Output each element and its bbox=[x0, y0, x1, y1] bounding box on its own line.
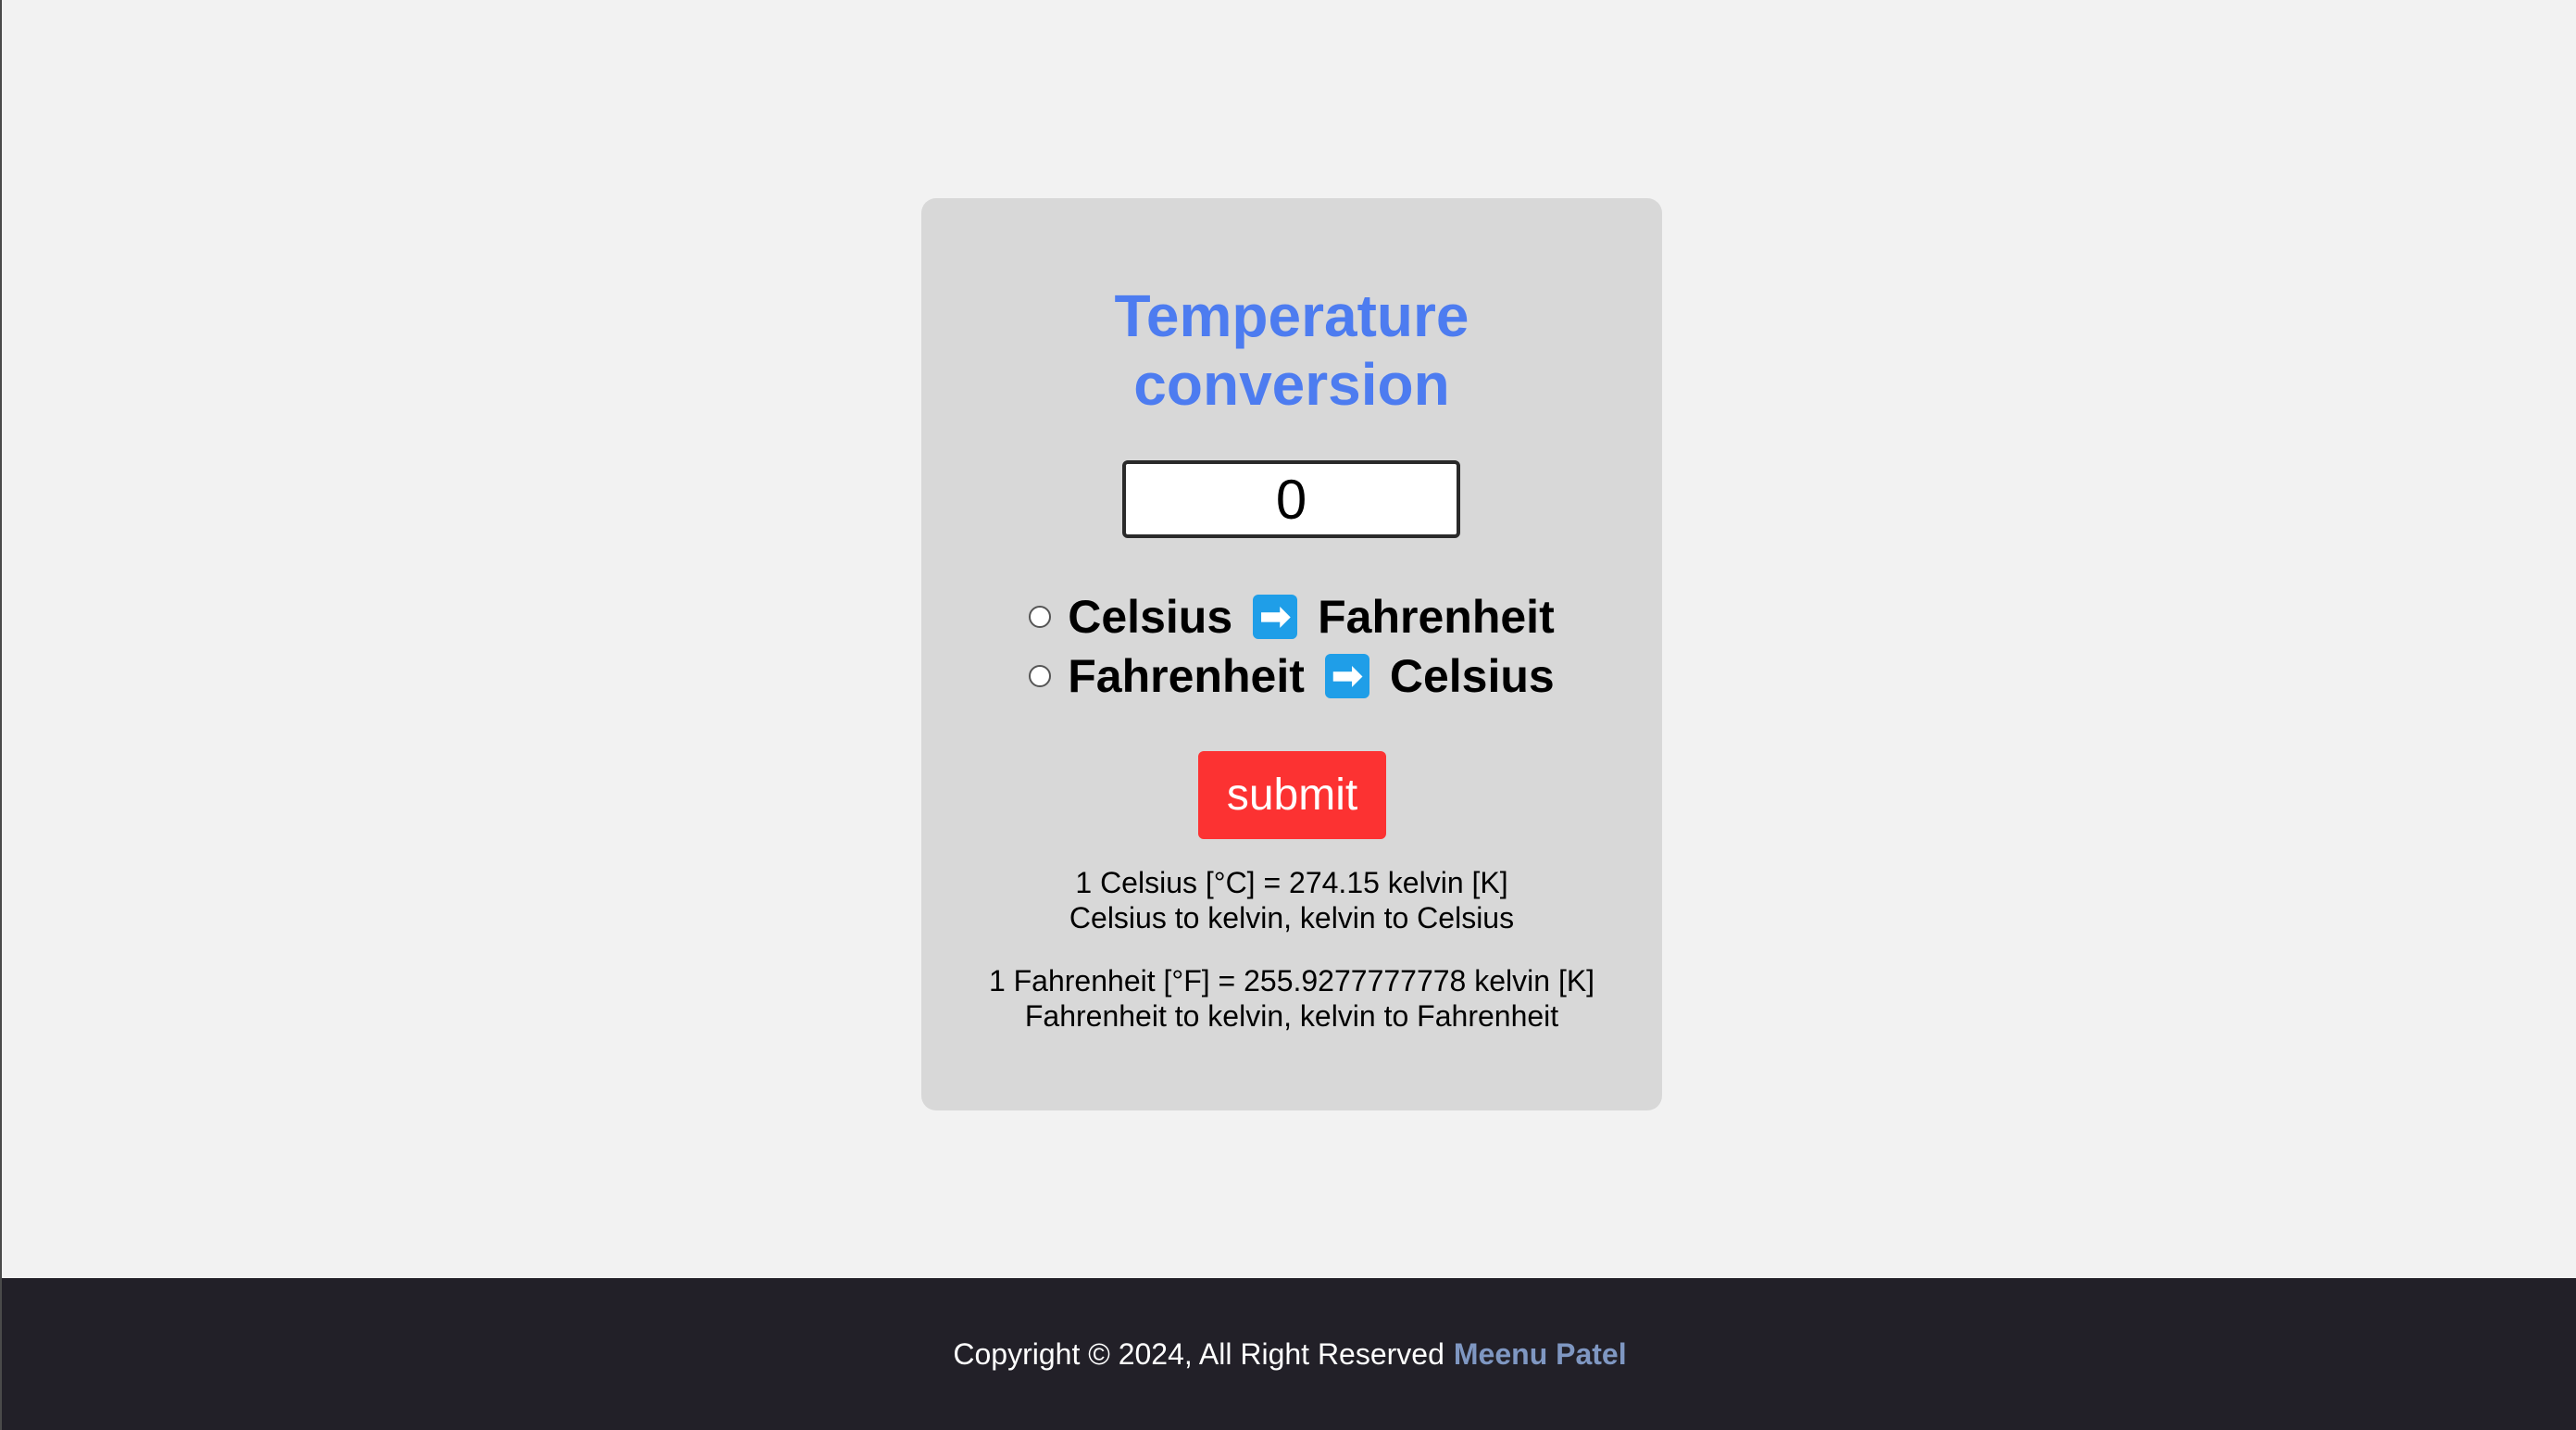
page-title: Temperature conversion bbox=[921, 282, 1662, 419]
fahrenheit-info: 1 Fahrenheit [°F] = 255.9277777778 kelvi… bbox=[921, 963, 1662, 1034]
fahrenheit-info-line-2: Fahrenheit to kelvin, kelvin to Fahrenhe… bbox=[1024, 999, 1559, 1033]
page: Temperature conversion Celsius ➡ Fahrenh… bbox=[0, 0, 2576, 1430]
temperature-input[interactable] bbox=[1122, 460, 1460, 538]
arrow-right-icon: ➡ bbox=[1253, 595, 1298, 639]
radio-celsius-to-fahrenheit[interactable] bbox=[1029, 606, 1052, 628]
option-to-label: Fahrenheit bbox=[1318, 591, 1555, 643]
celsius-info-line-2: Celsius to kelvin, kelvin to Celsius bbox=[1069, 901, 1515, 935]
option-to-label: Celsius bbox=[1389, 650, 1555, 702]
footer: Copyright © 2024, All Right Reserved Mee… bbox=[2, 1278, 2576, 1430]
celsius-info: 1 Celsius [°C] = 274.15 kelvin [K] Celsi… bbox=[921, 865, 1662, 935]
title-line-1: Temperature bbox=[1114, 282, 1469, 349]
submit-button[interactable]: submit bbox=[1198, 751, 1386, 839]
title-line-2: conversion bbox=[1133, 351, 1450, 418]
option-from-label: Celsius bbox=[1068, 591, 1233, 643]
option-celsius-to-fahrenheit[interactable]: Celsius ➡ Fahrenheit bbox=[921, 587, 1662, 646]
fahrenheit-info-line-1: 1 Fahrenheit [°F] = 255.9277777778 kelvi… bbox=[988, 964, 1595, 997]
celsius-info-line-1: 1 Celsius [°C] = 274.15 kelvin [K] bbox=[1075, 866, 1508, 899]
arrow-right-icon: ➡ bbox=[1324, 654, 1369, 698]
converter-card: Temperature conversion Celsius ➡ Fahrenh… bbox=[921, 198, 1662, 1110]
author-link[interactable]: Meenu Patel bbox=[1454, 1337, 1627, 1372]
option-from-label: Fahrenheit bbox=[1068, 650, 1305, 702]
conversion-options: Celsius ➡ Fahrenheit Fahrenheit ➡ Celsiu… bbox=[921, 587, 1662, 706]
radio-fahrenheit-to-celsius[interactable] bbox=[1029, 665, 1052, 687]
copyright-text: Copyright © 2024, All Right Reserved bbox=[953, 1336, 1444, 1371]
option-fahrenheit-to-celsius[interactable]: Fahrenheit ➡ Celsius bbox=[921, 646, 1662, 706]
